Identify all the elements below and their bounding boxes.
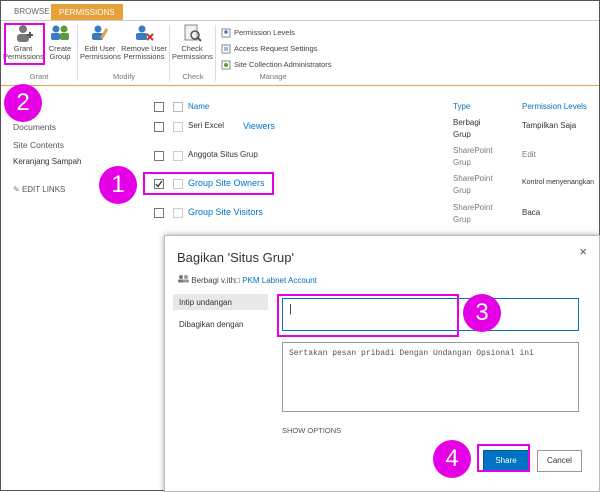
shared-account-link[interactable]: PKM Labnet Account — [242, 276, 317, 285]
permission-levels-label: Permission Levels — [234, 28, 295, 37]
table-row-name[interactable]: Seri Excel — [188, 120, 224, 132]
row-checkbox[interactable] — [154, 151, 164, 161]
tab-invite-people[interactable]: Intip undangan — [179, 298, 232, 307]
share-dialog: Bagikan 'Situs Grup' × Berbagi v.ith□ PK… — [164, 235, 600, 492]
create-group-icon — [49, 23, 71, 43]
column-header-permission-levels[interactable]: Permission Levels — [522, 102, 587, 111]
show-options-link[interactable]: SHOW OPTIONS — [282, 426, 341, 435]
message-text: Sertakan pesan pribadi Dengan Undangan O… — [289, 349, 534, 358]
table-row-type: SharePoint Grup — [453, 203, 493, 224]
site-admins-icon — [221, 60, 231, 70]
column-header-name[interactable]: Name — [188, 102, 209, 111]
edit-user-icon — [89, 23, 111, 43]
table-row-type: SharePoint Grup — [453, 146, 493, 167]
shared-by-line: Berbagi v.ith□ PKM Labnet Account — [177, 274, 317, 285]
access-request-icon — [221, 44, 231, 54]
grant-permissions-highlight — [4, 23, 45, 65]
shared-by-text: Berbagi v.ith□ — [191, 276, 240, 285]
permission-levels-icon — [221, 28, 231, 38]
table-row-name[interactable]: Anggota Situs Grup — [188, 149, 258, 161]
edit-links-button[interactable]: ✎ EDIT LINKS — [13, 185, 65, 194]
callout-3: 3 — [463, 294, 501, 332]
access-request-settings-label: Access Request Settings — [234, 44, 318, 53]
callout-1: 1 — [99, 166, 137, 204]
ribbon-separator — [169, 25, 170, 81]
invite-input-highlight — [277, 294, 459, 337]
remove-user-icon — [133, 23, 155, 43]
table-row-type: SharePoint Grup — [453, 174, 493, 195]
remove-user-permissions-label: Remove User Permissions — [121, 44, 167, 61]
check-permissions-button[interactable]: Check Permissions — [172, 23, 213, 61]
share-button-highlight — [477, 444, 530, 472]
check-permissions-icon — [181, 23, 203, 43]
row-select-box[interactable] — [173, 208, 183, 218]
table-row-permission: Baca — [522, 208, 541, 217]
nav-recycle-bin[interactable]: Keranjang Sampah — [13, 157, 82, 166]
nav-site-contents[interactable]: Site Contents — [13, 140, 64, 150]
close-button[interactable]: × — [579, 244, 587, 259]
row-select-box[interactable] — [173, 151, 183, 161]
callout-2: 2 — [4, 84, 42, 122]
table-row-permission: Edit — [522, 150, 536, 159]
column-header-type[interactable]: Type — [453, 102, 470, 111]
site-collection-admins-button[interactable]: Site Collection Administrators — [221, 60, 332, 70]
create-group-button[interactable]: Create Group — [45, 23, 75, 61]
nav-documents[interactable]: Documents — [13, 122, 56, 132]
pencil-icon: ✎ — [13, 185, 20, 194]
people-icon — [177, 275, 191, 285]
row-checkbox[interactable] — [154, 208, 164, 218]
edit-user-permissions-button[interactable]: Edit User Permissions — [80, 23, 121, 61]
dialog-title: Bagikan 'Situs Grup' — [177, 250, 294, 265]
table-row-permission: Tampilkan Saja — [522, 121, 577, 130]
viewers-link[interactable]: Viewers — [243, 120, 275, 132]
ribbon-tabbar: BROWSE PERMISSIONS — [1, 1, 599, 22]
group-site-owners-highlight — [143, 172, 274, 195]
table-row-type: Berbagi Grup — [453, 118, 481, 139]
edit-links-label: EDIT LINKS — [21, 185, 66, 194]
table-row-name[interactable]: Group Site Visitors — [188, 206, 263, 218]
check-permissions-label: Check Permissions — [172, 44, 213, 61]
group-label-manage: Manage — [259, 72, 287, 81]
ribbon-separator — [77, 25, 78, 81]
personal-message-textarea[interactable]: Sertakan pesan pribadi Dengan Undangan O… — [282, 342, 579, 412]
create-group-label: Create Group — [48, 44, 72, 61]
table-row-permission: Kontrol menyenangkan — [522, 179, 594, 186]
group-label-grant: Grant — [29, 72, 49, 81]
ribbon-separator — [215, 25, 216, 81]
tab-browse[interactable]: BROWSE — [7, 4, 57, 20]
ribbon: Grant Permissions Create Group Edit User… — [1, 20, 599, 86]
permission-levels-button[interactable]: Permission Levels — [221, 28, 295, 38]
site-collection-admins-label: Site Collection Administrators — [234, 60, 332, 69]
tab-shared-with[interactable]: Dibagikan dengan — [179, 320, 244, 329]
select-all-checkbox[interactable] — [154, 102, 164, 112]
header-row-checkbox[interactable] — [173, 102, 183, 112]
callout-4: 4 — [433, 440, 471, 478]
access-request-settings-button[interactable]: Access Request Settings — [221, 44, 317, 54]
row-select-box[interactable] — [173, 122, 183, 132]
row-checkbox[interactable] — [154, 122, 164, 132]
group-label-check: Check — [182, 72, 204, 81]
remove-user-permissions-button[interactable]: Remove User Permissions — [121, 23, 167, 61]
cancel-button[interactable]: Cancel — [537, 450, 582, 472]
edit-user-permissions-label: Edit User Permissions — [80, 44, 121, 61]
group-label-modify: Modify — [112, 72, 136, 81]
